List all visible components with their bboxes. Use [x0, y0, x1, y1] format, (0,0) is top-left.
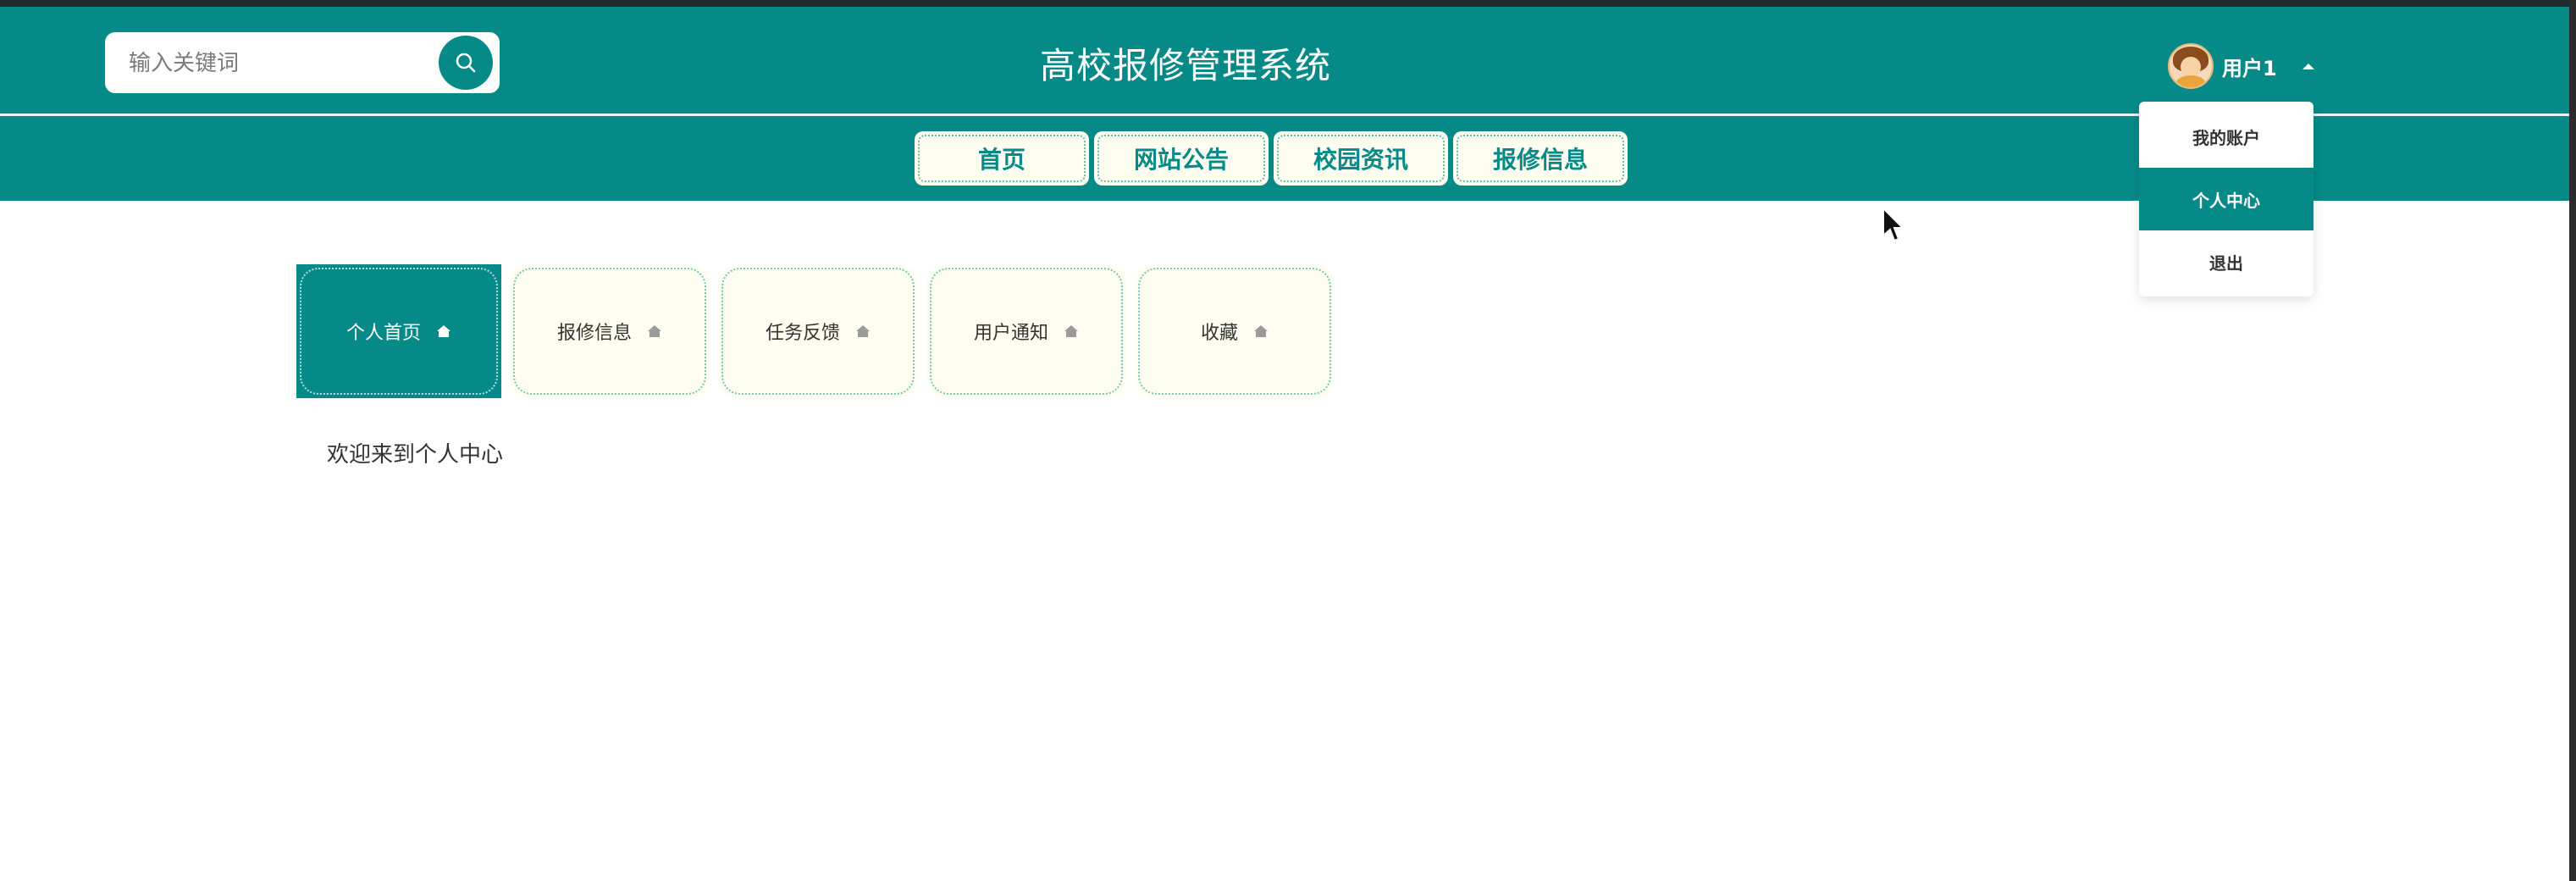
home-icon [856, 325, 870, 337]
menu-item-my-account[interactable]: 我的账户 [2139, 105, 2313, 168]
header: 高校报修管理系统 用户1 [0, 7, 2569, 116]
nav-item-home[interactable]: 首页 [915, 131, 1089, 186]
site-title: 高校报修管理系统 [1039, 45, 1331, 86]
menu-item-logout[interactable]: 退出 [2139, 230, 2313, 293]
profile-tabs: 个人首页 报修信息 任务反馈 用户通知 收藏 [296, 264, 1335, 398]
nav-item-label: 校园资讯 [1277, 135, 1445, 182]
tab-user-notifications[interactable]: 用户通知 [926, 264, 1126, 398]
nav-item-campus-news[interactable]: 校园资讯 [1274, 131, 1448, 186]
caret-up-icon [2302, 63, 2314, 69]
avatar [2168, 43, 2214, 89]
tab-label: 收藏 [1200, 323, 1238, 344]
search-box [105, 32, 500, 93]
tab-favorites[interactable]: 收藏 [1135, 264, 1335, 398]
nav-item-label: 网站公告 [1097, 135, 1265, 182]
user-menu-trigger[interactable]: 用户1 [2168, 42, 2314, 90]
nav-item-label: 首页 [918, 135, 1086, 182]
page: 高校报修管理系统 用户1 首页 网站公告 校园资讯 报修信息 [0, 0, 2576, 881]
window-top-border [0, 0, 2576, 7]
home-icon [437, 325, 451, 337]
home-icon [1064, 325, 1078, 337]
search-input[interactable] [127, 44, 444, 83]
nav-item-label: 报修信息 [1457, 135, 1624, 182]
window-scrollbar[interactable] [2569, 0, 2576, 881]
search-button[interactable] [439, 36, 493, 90]
tab-label: 用户通知 [973, 323, 1048, 344]
username: 用户1 [2222, 56, 2277, 80]
home-icon [1254, 325, 1268, 337]
mouse-cursor-icon [1882, 207, 1905, 242]
tab-personal-home[interactable]: 个人首页 [296, 264, 501, 398]
welcome-text: 欢迎来到个人中心 [327, 442, 504, 468]
tab-repair-info[interactable]: 报修信息 [510, 264, 710, 398]
home-icon [648, 325, 661, 337]
menu-item-personal-center[interactable]: 个人中心 [2139, 168, 2313, 230]
tab-label: 个人首页 [345, 323, 421, 344]
search-icon [456, 53, 476, 73]
nav-items: 首页 网站公告 校园资讯 报修信息 [915, 131, 1628, 186]
tab-label: 任务反馈 [765, 323, 840, 344]
tab-task-feedback[interactable]: 任务反馈 [718, 264, 918, 398]
tab-label: 报修信息 [556, 323, 632, 344]
nav-item-announcements[interactable]: 网站公告 [1094, 131, 1269, 186]
nav-item-repair-info[interactable]: 报修信息 [1453, 131, 1628, 186]
user-dropdown-menu: 我的账户 个人中心 退出 [2139, 102, 2313, 296]
